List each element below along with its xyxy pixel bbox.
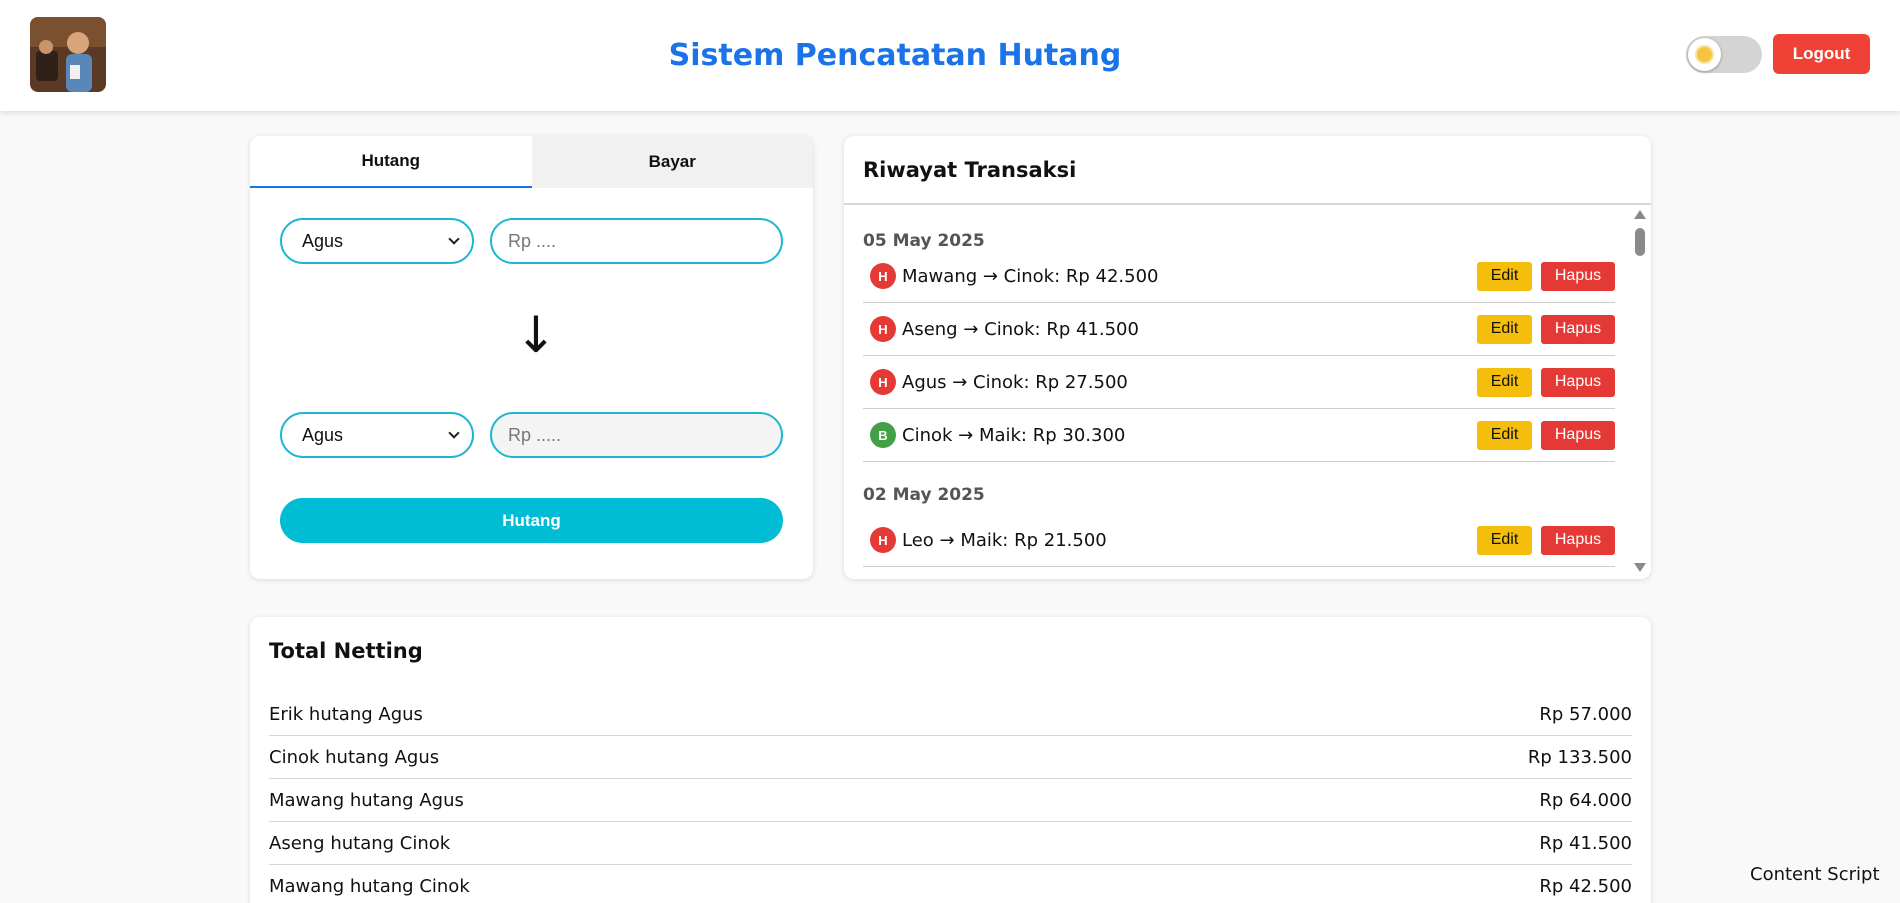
hutang-badge: H [870,316,896,342]
to-amount-input[interactable] [490,412,783,458]
netting-list: Erik hutang Agus Rp 57.000 Cinok hutang … [269,693,1632,903]
netting-amount: Rp 64.000 [1539,789,1632,811]
sun-icon [1697,47,1712,62]
netting-amount: Rp 41.500 [1539,832,1632,854]
tab-bayar[interactable]: Bayar [531,136,813,188]
edit-button[interactable]: Edit [1477,261,1532,291]
chevron-down-icon [448,233,460,245]
edit-button[interactable]: Edit [1477,367,1532,397]
header-bar: Sistem Pencatatan Hutang Logout [0,0,1900,111]
scroll-down-arrow-icon[interactable] [1634,563,1646,572]
delete-button[interactable]: Hapus [1541,420,1615,450]
netting-amount: Rp 42.500 [1539,875,1632,897]
from-amount-input[interactable] [490,218,783,264]
scrollbar[interactable] [1631,205,1649,577]
netting-row: Aseng hutang Cinok Rp 41.500 [269,822,1632,865]
total-netting-card: Total Netting Erik hutang Agus Rp 57.000… [250,617,1651,903]
netting-label: Mawang hutang Agus [269,789,464,811]
logout-button[interactable]: Logout [1773,34,1870,74]
netting-label: Mawang hutang Cinok [269,875,470,897]
transaction-text: Cinok → Maik: Rp 30.300 [902,424,1126,446]
hutang-badge: H [870,369,896,395]
to-person-value: Agus [302,424,344,445]
to-person-select[interactable]: Agus [280,412,474,458]
scrollbar-thumb[interactable] [1635,228,1645,256]
netting-row: Mawang hutang Agus Rp 64.000 [269,779,1632,822]
edit-button[interactable]: Edit [1477,525,1532,555]
transaction-text: Agus → Cinok: Rp 27.500 [902,371,1128,393]
delete-button[interactable]: Hapus [1541,261,1615,291]
edit-button[interactable]: Edit [1477,314,1532,344]
delete-button[interactable]: Hapus [1541,367,1615,397]
netting-label: Aseng hutang Cinok [269,832,451,854]
netting-row: Erik hutang Agus Rp 57.000 [269,693,1632,736]
list-item: H Leo → Maik: Rp 21.500 Edit Hapus [863,514,1615,567]
date-header: 05 May 2025 [863,231,985,251]
netting-label: Cinok hutang Agus [269,746,440,768]
tab-hutang[interactable]: Hutang [250,136,532,188]
transaction-text: Leo → Maik: Rp 21.500 [902,529,1107,551]
scroll-up-arrow-icon[interactable] [1634,210,1646,219]
page-title: Sistem Pencatatan Hutang [668,38,1122,73]
from-person-value: Agus [302,230,344,251]
arrow-down-icon: ↓ [515,306,557,364]
hutang-badge: H [870,527,896,553]
edit-button[interactable]: Edit [1477,420,1532,450]
netting-title: Total Netting [269,639,423,663]
transaction-history-card: Riwayat Transaksi 05 May 2025 H Mawang →… [844,136,1651,579]
netting-amount: Rp 133.500 [1527,746,1632,768]
content-script-label: Content Script [1750,864,1880,885]
netting-row: Mawang hutang Cinok Rp 42.500 [269,865,1632,903]
list-item: H Agus → Cinok: Rp 27.500 Edit Hapus [863,356,1615,409]
history-title: Riwayat Transaksi [863,158,1077,182]
date-header: 02 May 2025 [863,485,985,505]
transaction-text: Mawang → Cinok: Rp 42.500 [902,265,1159,287]
debt-form-card: Hutang Bayar Agus ↓ Agus Hutang [250,136,813,579]
list-item: B Cinok → Maik: Rp 30.300 Edit Hapus [863,409,1615,462]
netting-amount: Rp 57.000 [1539,703,1632,725]
submit-hutang-button[interactable]: Hutang [280,498,783,543]
form-tabs: Hutang Bayar [250,136,813,188]
netting-label: Erik hutang Agus [269,703,423,725]
theme-toggle-knob[interactable] [1688,38,1721,71]
from-person-select[interactable]: Agus [280,218,474,264]
chevron-down-icon [448,427,460,439]
delete-button[interactable]: Hapus [1541,525,1615,555]
delete-button[interactable]: Hapus [1541,314,1615,344]
list-item: H Aseng → Cinok: Rp 41.500 Edit Hapus [863,303,1615,356]
theme-toggle[interactable] [1686,36,1762,73]
transaction-text: Aseng → Cinok: Rp 41.500 [902,318,1139,340]
list-item: H Mawang → Cinok: Rp 42.500 Edit Hapus [863,250,1615,303]
bayar-badge: B [870,422,896,448]
history-list[interactable]: 05 May 2025 H Mawang → Cinok: Rp 42.500 … [863,205,1615,579]
hutang-badge: H [870,263,896,289]
netting-row: Cinok hutang Agus Rp 133.500 [269,736,1632,779]
